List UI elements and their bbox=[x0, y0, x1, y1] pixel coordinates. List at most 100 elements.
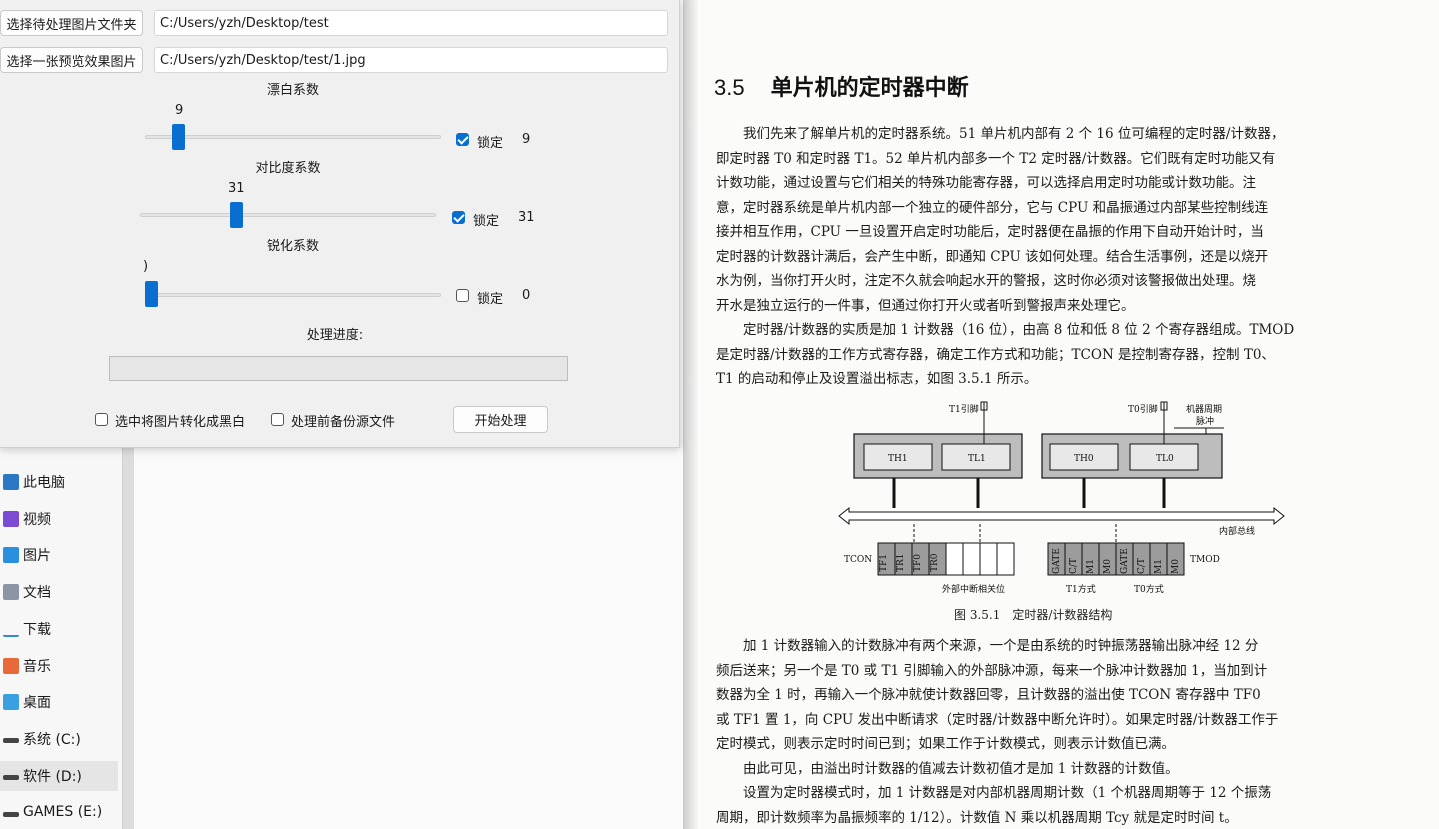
text-line: 定时模式，则表示定时时间已到；如果工作于计数模式，则表示计数值已满。 bbox=[716, 736, 1175, 752]
sharpen-lock-checkbox[interactable] bbox=[456, 289, 469, 302]
nav-item[interactable]: 桌面 bbox=[0, 687, 118, 717]
tmod-bit-label: GATE bbox=[1052, 548, 1062, 574]
sharpen-lock-label: 锁定 bbox=[477, 292, 504, 307]
download-icon bbox=[3, 621, 19, 637]
nav-item[interactable]: 下载 bbox=[0, 614, 118, 644]
progress-bar bbox=[109, 356, 568, 381]
tcon-bit-label: TR1 bbox=[896, 553, 906, 572]
nav-item[interactable]: 文档 bbox=[0, 577, 118, 607]
text-line: 我们先来了解单片机的定时器系统。51 单片机内部有 2 个 16 位可编程的定时… bbox=[743, 126, 1285, 142]
text-line: 频后送来；另一个是 T0 或 T1 引脚输入的外部脉冲源，每来一个脉冲计数器加 … bbox=[716, 662, 1268, 679]
t0-pin-text: T0引脚 bbox=[1128, 404, 1158, 415]
nav-item[interactable]: 此电脑 bbox=[0, 467, 118, 497]
nav-item[interactable]: 图片 bbox=[0, 540, 118, 570]
bleach-lock-value: 9 bbox=[522, 132, 531, 147]
nav-item[interactable]: 音乐 bbox=[0, 651, 118, 681]
tmod-bit-label: C/T bbox=[1069, 558, 1079, 574]
text-line: 即定时器 T0 和定时器 T1。52 单片机内部多一个 T2 定时器/计数器。它… bbox=[716, 150, 1276, 167]
paragraph-1: 我们先来了解单片机的定时器系统。51 单片机内部有 2 个 16 位可编程的定时… bbox=[716, 122, 1376, 318]
tcon-bit-label: TF1 bbox=[879, 554, 889, 572]
nav-item-label: GAMES (E:) bbox=[23, 804, 103, 821]
pictures-icon bbox=[3, 547, 19, 564]
text-line: 开水是独立运行的一件事，但通过你打开火或者听到警报声来处理它。 bbox=[716, 297, 1135, 314]
tcon-bit-label: TF0 bbox=[913, 554, 923, 572]
contrast-slider-handle[interactable] bbox=[230, 202, 243, 228]
text-line: 或 TF1 置 1，向 CPU 发出中断请求（定时器/计数器中断允许时）。如果定… bbox=[716, 711, 1279, 728]
sharpen-label: 锐化系数 bbox=[266, 239, 319, 254]
text-line: 水为例，当你打开火时，注定不久就会响起水开的警报，这时你必须对该警报做出处理。烧 bbox=[716, 273, 1256, 289]
contrast-lock-label: 锁定 bbox=[473, 214, 500, 229]
video-icon bbox=[3, 510, 19, 527]
tmod-text: TMOD bbox=[1190, 555, 1220, 565]
tcon-text: TCON bbox=[844, 555, 872, 565]
tl1-text: TL1 bbox=[968, 454, 986, 464]
explorer-nav-pane: 此电脑视频图片文档下载音乐桌面系统 (C:) 软件 (D:) GAMES (E:) bbox=[0, 448, 122, 829]
th0-text: TH0 bbox=[1074, 454, 1094, 464]
sharpen-slider-handle[interactable] bbox=[145, 281, 158, 307]
image-processing-window: 选择待处理图片文件夹 C:/Users/yzh/Desktop/test 选择一… bbox=[0, 0, 680, 448]
internal-bus-arrow bbox=[838, 506, 1285, 526]
select-preview-button[interactable]: 选择一张预览效果图片 bbox=[0, 47, 143, 73]
tmod-bit-label: M1 bbox=[1086, 559, 1096, 574]
bleach-slider-value: 9 bbox=[175, 103, 184, 118]
text-line: 周期，即计数频率为晶振频率的 1/12）。计数值 N 乘以机器周期 Tcy 就是… bbox=[716, 809, 1238, 826]
progress-label: 处理进度: bbox=[306, 328, 364, 343]
section-number: 3.5 bbox=[714, 75, 745, 100]
tmod-bit-label: M1 bbox=[1154, 559, 1164, 574]
machine-cycle-text: 机器周期 bbox=[1186, 403, 1222, 415]
tmod-bit-label: GATE bbox=[1120, 548, 1130, 574]
drive-icon bbox=[3, 811, 19, 817]
text-line: 由此可见，由溢出时计数器的值减去计数初值才是加 1 计数器的计数值。 bbox=[743, 760, 1179, 777]
nav-item-label: 文档 bbox=[23, 585, 51, 602]
bleach-lock-label: 锁定 bbox=[477, 136, 504, 151]
th1-text: TH1 bbox=[888, 454, 908, 464]
nav-item-label: 桌面 bbox=[23, 695, 51, 712]
text-line: 数器为全 1 时，再输入一个脉冲就使计数器回零，且计数器的溢出使 TCON 寄存… bbox=[716, 687, 1261, 703]
desktop-icon bbox=[3, 694, 19, 711]
select-folder-button[interactable]: 选择待处理图片文件夹 bbox=[0, 10, 143, 36]
machine-cycle-line bbox=[1174, 427, 1224, 434]
drive-icon bbox=[3, 738, 19, 744]
explorer-pane-splitter[interactable] bbox=[122, 448, 134, 829]
pulse-text: 脉冲 bbox=[1196, 415, 1214, 427]
figure-caption: 图 3.5.1 定时器/计数器结构 bbox=[954, 608, 1113, 622]
tcon-bit-label: TR0 bbox=[930, 553, 940, 572]
nav-item[interactable]: 视频 bbox=[0, 504, 118, 534]
t1-pin-text: T1引脚 bbox=[949, 404, 979, 415]
folder-path-field[interactable]: C:/Users/yzh/Desktop/test bbox=[154, 10, 668, 36]
sharpen-slider-track[interactable] bbox=[145, 293, 441, 297]
paragraph-3: 加 1 计数器输入的计数脉冲有两个来源，一个是由系统的时钟振荡器输出脉冲经 12… bbox=[716, 634, 1376, 829]
grayscale-checkbox-label: 选中将图片转化成黑白 bbox=[115, 415, 246, 430]
nav-item-label: 图片 bbox=[23, 548, 51, 565]
backup-checkbox[interactable] bbox=[271, 413, 284, 426]
section-heading: 3.5 单片机的定时器中断 bbox=[714, 70, 969, 102]
t1-mode-text: T1方式 bbox=[1066, 583, 1096, 595]
start-processing-button[interactable]: 开始处理 bbox=[453, 406, 548, 433]
computer-icon bbox=[3, 474, 19, 490]
bleach-label: 漂白系数 bbox=[266, 83, 319, 98]
nav-item[interactable]: 软件 (D:) bbox=[0, 760, 118, 791]
preview-path-field[interactable]: C:/Users/yzh/Desktop/test/1.jpg bbox=[154, 47, 668, 73]
text-line: 设置为定时器模式时，加 1 计数器是对内部机器周期计数（1 个机器周期等于 12… bbox=[743, 785, 1272, 801]
bleach-slider-track[interactable] bbox=[145, 135, 441, 139]
scan-shadow bbox=[684, 0, 698, 829]
text-line: 定时器/计数器的实质是加 1 计数器（16 位），由高 8 位和低 8 位 2 … bbox=[743, 322, 1295, 338]
tmod-bit-label: M0 bbox=[1171, 559, 1181, 574]
grayscale-checkbox[interactable] bbox=[95, 413, 108, 426]
contrast-slider-value: 31 bbox=[228, 181, 245, 196]
text-line: 定时器的计数器计满后，会产生中断，即通知 CPU 该如何处理。结合生活事例，还是… bbox=[716, 248, 1269, 265]
bleach-slider-handle[interactable] bbox=[172, 124, 185, 150]
text-line: 意，定时器系统是单片机内部一个独立的硬件部分，它与 CPU 和晶振通过内部某些控… bbox=[716, 199, 1269, 216]
sharpen-slider-value: ) bbox=[143, 259, 149, 274]
contrast-label: 对比度系数 bbox=[255, 161, 321, 176]
bleach-lock-checkbox[interactable] bbox=[456, 133, 469, 146]
nav-item[interactable]: 系统 (C:) bbox=[0, 724, 118, 754]
nav-item[interactable]: GAMES (E:) bbox=[0, 797, 118, 827]
file-explorer-window: 此电脑视频图片文档下载音乐桌面系统 (C:) 软件 (D:) GAMES (E:) bbox=[0, 448, 683, 829]
text-line: 是定时器/计数器的工作方式寄存器，确定工作方式和功能；TCON 是控制寄存器，控… bbox=[716, 346, 1275, 363]
text-line: 计数功能，通过设置与它们相关的特殊功能寄存器，可以选择启用定时功能或计数功能。注 bbox=[716, 175, 1256, 191]
contrast-lock-checkbox[interactable] bbox=[452, 211, 465, 224]
contrast-slider-track[interactable] bbox=[140, 213, 436, 217]
bus-text: 内部总线 bbox=[1219, 525, 1255, 537]
t0-mode-text: T0方式 bbox=[1134, 583, 1164, 595]
